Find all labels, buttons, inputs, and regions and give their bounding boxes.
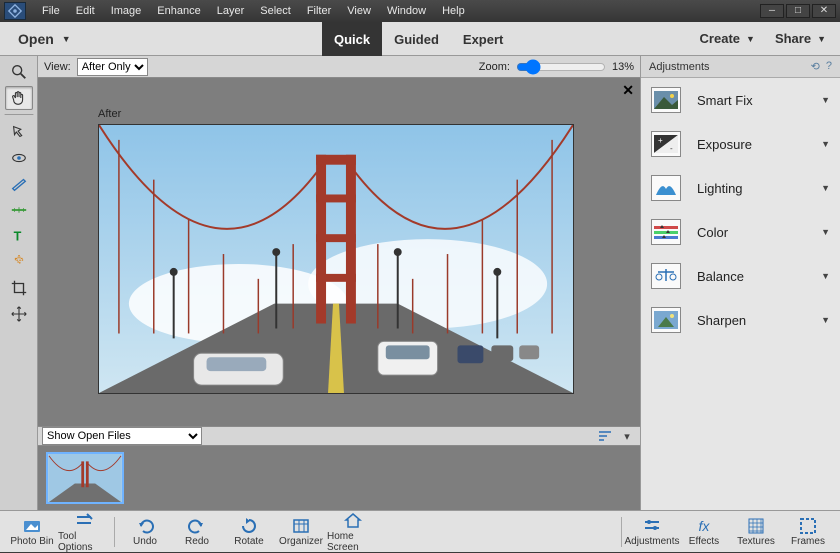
crop-tool[interactable]: [5, 276, 33, 300]
adjustments-title: Adjustments: [649, 61, 710, 73]
adjustment-lighting[interactable]: Lighting▼: [641, 166, 840, 210]
smartfix-icon: [651, 87, 681, 113]
caret-down-icon: ▼: [62, 34, 71, 44]
effects-button[interactable]: fxEffects: [678, 513, 730, 551]
menu-filter[interactable]: Filter: [299, 5, 339, 17]
caret-down-icon: ▼: [746, 34, 755, 44]
redeye-tool[interactable]: [5, 146, 33, 170]
quick-select-tool[interactable]: [5, 120, 33, 144]
photo-bin: [38, 446, 640, 510]
view-dropdown[interactable]: After Only: [77, 58, 148, 76]
open-label: Open: [18, 31, 54, 47]
view-bar: View: After Only Zoom: 13%: [38, 56, 640, 78]
adjustment-balance[interactable]: Balance▼: [641, 254, 840, 298]
panel-reset-icon[interactable]: ⟲: [811, 60, 820, 73]
photobin-button[interactable]: Photo Bin: [6, 513, 58, 551]
canvas-stage: ✕ After: [38, 78, 640, 426]
straighten-tool[interactable]: [5, 198, 33, 222]
menubar: File Edit Image Enhance Layer Select Fil…: [0, 0, 840, 22]
adjustment-smartfix[interactable]: Smart Fix▼: [641, 78, 840, 122]
menu-enhance[interactable]: Enhance: [149, 5, 208, 17]
share-menu-button[interactable]: Share▼: [769, 31, 832, 46]
menu-edit[interactable]: Edit: [68, 5, 103, 17]
mode-tab-quick[interactable]: Quick: [322, 22, 382, 56]
redo-button[interactable]: Redo: [171, 513, 223, 551]
adjustments-panel: Adjustments ⟲? Smart Fix▼ +- Exposure▼ L…: [640, 56, 840, 510]
exposure-icon: +-: [651, 131, 681, 157]
document-canvas[interactable]: [98, 124, 574, 394]
view-label: View:: [44, 61, 71, 73]
bin-menu-button[interactable]: ▾: [618, 428, 636, 444]
spot-heal-tool[interactable]: [5, 250, 33, 274]
tool-strip: T: [0, 56, 38, 510]
move-tool[interactable]: [5, 302, 33, 326]
menu-select[interactable]: Select: [252, 5, 299, 17]
svg-text:T: T: [13, 230, 21, 244]
panel-help-icon[interactable]: ?: [826, 60, 832, 73]
menu-view[interactable]: View: [339, 5, 379, 17]
undo-button[interactable]: Undo: [119, 513, 171, 551]
menu-layer[interactable]: Layer: [209, 5, 253, 17]
frames-button[interactable]: Frames: [782, 513, 834, 551]
caret-down-icon: ▼: [817, 34, 826, 44]
zoom-tool[interactable]: [5, 60, 33, 84]
bin-filter-dropdown[interactable]: Show Open Files: [42, 427, 202, 445]
after-label: After: [98, 108, 121, 120]
rotate-button[interactable]: Rotate: [223, 513, 275, 551]
adjustment-color[interactable]: Color▼: [641, 210, 840, 254]
caret-down-icon: ▼: [821, 227, 830, 237]
textures-button[interactable]: Textures: [730, 513, 782, 551]
organizer-button[interactable]: Organizer: [275, 513, 327, 551]
caret-down-icon: ▼: [821, 271, 830, 281]
photo-bin-thumbnail[interactable]: [46, 452, 124, 504]
window-maximize-button[interactable]: □: [786, 4, 810, 18]
mode-tab-guided[interactable]: Guided: [382, 22, 451, 56]
create-menu-button[interactable]: Create▼: [694, 31, 761, 46]
color-icon: [651, 219, 681, 245]
caret-down-icon: ▼: [821, 183, 830, 193]
caret-down-icon: ▼: [821, 315, 830, 325]
svg-text:-: -: [670, 144, 673, 153]
modebar: Open ▼ Quick Guided Expert Create▼ Share…: [0, 22, 840, 56]
caret-down-icon: ▼: [821, 139, 830, 149]
adjustments-button[interactable]: Adjustments: [626, 513, 678, 551]
caret-down-icon: ▼: [821, 95, 830, 105]
mode-tab-expert[interactable]: Expert: [451, 22, 515, 56]
menu-help[interactable]: Help: [434, 5, 473, 17]
window-minimize-button[interactable]: —: [760, 4, 784, 18]
hand-tool[interactable]: [5, 86, 33, 110]
open-menu-button[interactable]: Open ▼: [0, 22, 89, 55]
zoom-slider[interactable]: [516, 59, 606, 75]
bin-sort-button[interactable]: [596, 428, 614, 444]
type-tool[interactable]: T: [5, 224, 33, 248]
close-document-button[interactable]: ✕: [622, 82, 634, 99]
whiten-teeth-tool[interactable]: [5, 172, 33, 196]
adjustment-sharpen[interactable]: Sharpen▼: [641, 298, 840, 342]
lighting-icon: [651, 175, 681, 201]
adjustment-exposure[interactable]: +- Exposure▼: [641, 122, 840, 166]
menu-file[interactable]: File: [34, 5, 68, 17]
window-close-button[interactable]: ✕: [812, 4, 836, 18]
svg-text:+: +: [658, 136, 663, 145]
app-logo: [4, 2, 26, 20]
bottom-toolbar: Photo Bin Tool Options Undo Redo Rotate …: [0, 510, 840, 552]
menu-window[interactable]: Window: [379, 5, 434, 17]
zoom-label: Zoom:: [479, 61, 510, 73]
menu-image[interactable]: Image: [103, 5, 150, 17]
balance-icon: [651, 263, 681, 289]
sharpen-icon: [651, 307, 681, 333]
photo-bin-bar: Show Open Files ▾: [38, 426, 640, 446]
tooloptions-button[interactable]: Tool Options: [58, 513, 110, 551]
zoom-value: 13%: [612, 61, 634, 73]
homescreen-button[interactable]: Home Screen: [327, 513, 379, 551]
